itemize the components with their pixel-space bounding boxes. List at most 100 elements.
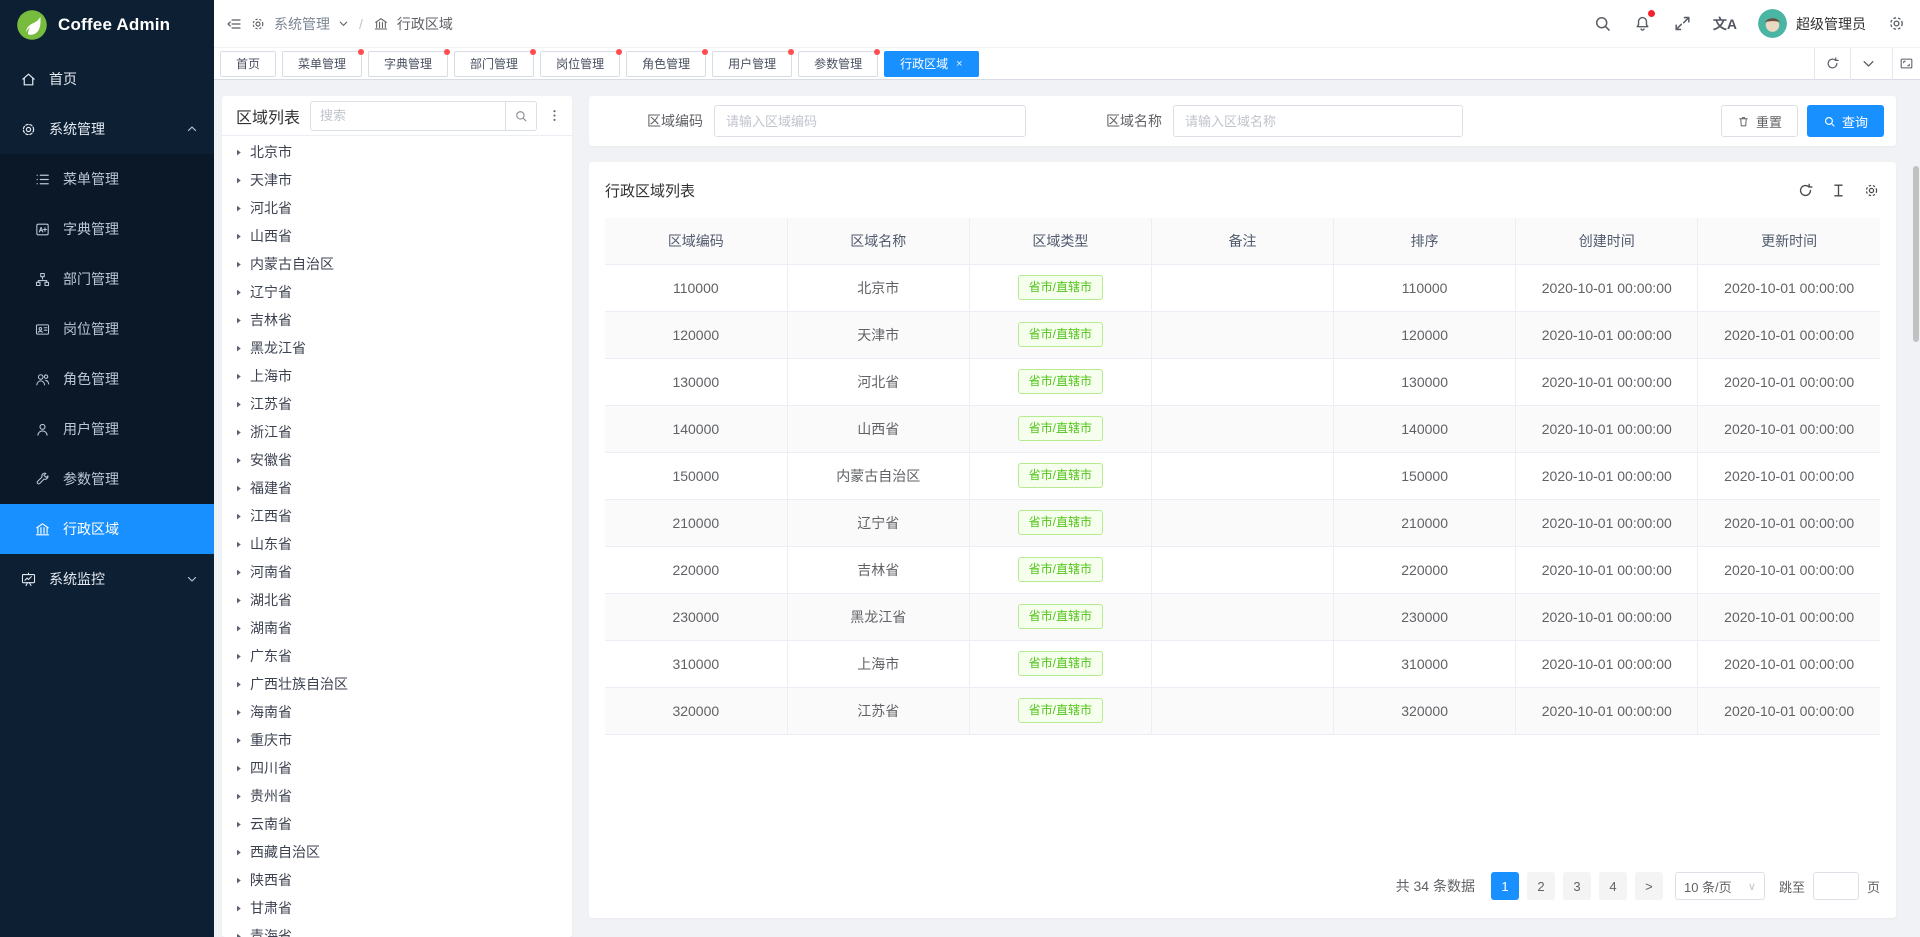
tree-item[interactable]: 黑龙江省 [222, 334, 572, 362]
caret-right-icon[interactable] [234, 680, 243, 689]
tab-close-icon[interactable]: × [956, 58, 962, 70]
tree-item[interactable]: 青海省 [222, 922, 572, 937]
caret-right-icon[interactable] [234, 904, 243, 913]
table-refresh-icon[interactable] [1797, 182, 1814, 199]
tree-item[interactable]: 广西壮族自治区 [222, 670, 572, 698]
caret-right-icon[interactable] [234, 484, 243, 493]
page-button[interactable]: 4 [1599, 872, 1627, 900]
tree-item[interactable]: 内蒙古自治区 [222, 250, 572, 278]
tab-menu-mgmt[interactable]: 菜单管理 [282, 51, 362, 77]
tree-item[interactable]: 安徽省 [222, 446, 572, 474]
region-code-input[interactable] [714, 105, 1026, 137]
tree-item[interactable]: 河南省 [222, 558, 572, 586]
tree-item[interactable]: 辽宁省 [222, 278, 572, 306]
caret-right-icon[interactable] [234, 652, 243, 661]
tree-item[interactable]: 湖北省 [222, 586, 572, 614]
reset-button[interactable]: 重置 [1721, 105, 1798, 137]
tree-item[interactable]: 浙江省 [222, 418, 572, 446]
sidebar-item-admin-region[interactable]: 行政区域 [0, 504, 214, 554]
sidebar-item-system-monitor[interactable]: 系统监控 [0, 554, 214, 604]
sidebar-item-menu-mgmt[interactable]: 菜单管理 [0, 154, 214, 204]
tab-admin-region[interactable]: 行政区域× [884, 51, 978, 77]
caret-right-icon[interactable] [234, 232, 243, 241]
row-density-icon[interactable] [1830, 182, 1847, 199]
sidebar-item-dept-mgmt[interactable]: 部门管理 [0, 254, 214, 304]
column-settings-icon[interactable] [1863, 182, 1880, 199]
tree-item[interactable]: 云南省 [222, 810, 572, 838]
tree-item[interactable]: 湖南省 [222, 614, 572, 642]
sidebar-item-param-mgmt[interactable]: 参数管理 [0, 454, 214, 504]
caret-right-icon[interactable] [234, 260, 243, 269]
tab-role-mgmt[interactable]: 角色管理 [626, 51, 706, 77]
sidebar-item-user-mgmt[interactable]: 用户管理 [0, 404, 214, 454]
page-button[interactable]: 1 [1491, 872, 1519, 900]
bell-icon[interactable] [1633, 14, 1652, 33]
caret-right-icon[interactable] [234, 428, 243, 437]
sidebar-item-role-mgmt[interactable]: 角色管理 [0, 354, 214, 404]
jump-page-input[interactable] [1813, 872, 1859, 900]
sidebar-item-dict-mgmt[interactable]: 字典管理 [0, 204, 214, 254]
caret-right-icon[interactable] [234, 204, 243, 213]
tree-item[interactable]: 江苏省 [222, 390, 572, 418]
caret-right-icon[interactable] [234, 624, 243, 633]
page-size-select[interactable]: 10 条/页 ∨ [1675, 872, 1765, 900]
caret-right-icon[interactable] [234, 512, 243, 521]
sidebar-item-post-mgmt[interactable]: 岗位管理 [0, 304, 214, 354]
content-fullscreen-icon[interactable] [1892, 48, 1920, 80]
settings-gear-icon[interactable] [1887, 14, 1906, 33]
tab-dept-mgmt[interactable]: 部门管理 [454, 51, 534, 77]
refresh-icon[interactable] [1814, 48, 1850, 80]
breadcrumb-parent[interactable]: 系统管理 [274, 14, 330, 34]
search-icon[interactable] [1593, 14, 1612, 33]
tab-dict-mgmt[interactable]: 字典管理 [368, 51, 448, 77]
tree-item[interactable]: 西藏自治区 [222, 838, 572, 866]
tab-user-mgmt[interactable]: 用户管理 [712, 51, 792, 77]
translate-icon[interactable]: 文A [1713, 14, 1737, 34]
fullscreen-icon[interactable] [1673, 14, 1692, 33]
user-menu[interactable]: 超级管理员 [1758, 9, 1866, 38]
caret-right-icon[interactable] [234, 344, 243, 353]
tree-item[interactable]: 贵州省 [222, 782, 572, 810]
caret-right-icon[interactable] [234, 568, 243, 577]
tree-item[interactable]: 山东省 [222, 530, 572, 558]
caret-right-icon[interactable] [234, 288, 243, 297]
tree-item[interactable]: 海南省 [222, 698, 572, 726]
caret-right-icon[interactable] [234, 176, 243, 185]
caret-right-icon[interactable] [234, 456, 243, 465]
tabs-menu-chevron-icon[interactable] [1850, 48, 1886, 80]
caret-right-icon[interactable] [234, 820, 243, 829]
caret-right-icon[interactable] [234, 708, 243, 717]
tree-item[interactable]: 江西省 [222, 502, 572, 530]
fold-sidebar-icon[interactable] [226, 16, 242, 32]
caret-right-icon[interactable] [234, 792, 243, 801]
page-button[interactable]: 3 [1563, 872, 1591, 900]
tab-home[interactable]: 首页 [220, 51, 276, 77]
caret-right-icon[interactable] [234, 764, 243, 773]
tree-item[interactable]: 福建省 [222, 474, 572, 502]
kebab-menu-icon[interactable] [547, 108, 562, 123]
caret-right-icon[interactable] [234, 540, 243, 549]
caret-right-icon[interactable] [234, 596, 243, 605]
tree-item[interactable]: 吉林省 [222, 306, 572, 334]
tree-item[interactable]: 河北省 [222, 194, 572, 222]
sidebar-item-system-mgmt[interactable]: 系统管理 [0, 104, 214, 154]
caret-right-icon[interactable] [234, 372, 243, 381]
region-name-input[interactable] [1173, 105, 1463, 137]
tree-item[interactable]: 上海市 [222, 362, 572, 390]
tree-item[interactable]: 天津市 [222, 166, 572, 194]
tree-item[interactable]: 甘肃省 [222, 894, 572, 922]
query-button[interactable]: 查询 [1807, 105, 1884, 137]
tree-item[interactable]: 广东省 [222, 642, 572, 670]
caret-right-icon[interactable] [234, 400, 243, 409]
tab-post-mgmt[interactable]: 岗位管理 [540, 51, 620, 77]
caret-right-icon[interactable] [234, 316, 243, 325]
page-scrollbar[interactable] [1913, 166, 1919, 342]
tree-item[interactable]: 山西省 [222, 222, 572, 250]
next-page-button[interactable]: > [1635, 872, 1663, 900]
tree-search-input[interactable] [310, 101, 505, 131]
tree-item[interactable]: 重庆市 [222, 726, 572, 754]
caret-right-icon[interactable] [234, 848, 243, 857]
tab-param-mgmt[interactable]: 参数管理 [798, 51, 878, 77]
caret-right-icon[interactable] [234, 736, 243, 745]
page-button[interactable]: 2 [1527, 872, 1555, 900]
